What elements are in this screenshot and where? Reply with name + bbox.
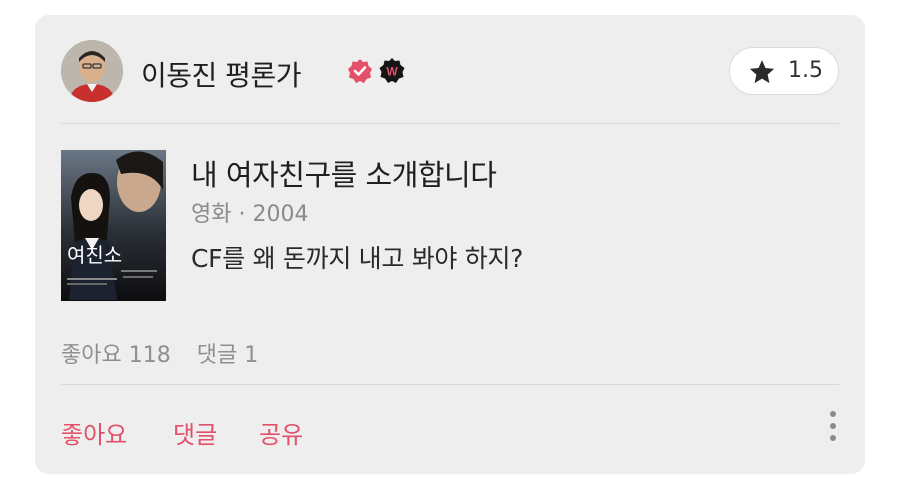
svg-text:W: W [386,65,398,79]
movie-meta: 영화 · 2004 [191,202,309,227]
avatar[interactable] [61,40,123,102]
star-icon [749,60,775,84]
watcha-w-badge-icon: W [379,58,405,83]
comment-count: 댓글 1 [196,343,259,368]
movie-title[interactable]: 내 여자친구를 소개합니다 [191,152,497,194]
rating-value: 1.5 [788,58,823,83]
verified-check-icon [348,59,372,83]
divider [61,123,839,124]
author-name[interactable]: 이동진 평론가 [141,54,301,94]
review-text: CF를 왜 돈까지 내고 봐야 하지? [191,244,524,273]
comment-button[interactable]: 댓글 [173,415,217,450]
review-header: 이동진 평론가 W 1.5 [61,40,839,102]
share-button[interactable]: 공유 [259,415,303,450]
like-count: 좋아요 118 [61,343,171,368]
review-stats: 좋아요 118 댓글 1 [61,337,284,369]
review-card: 이동진 평론가 W 1.5 여친소 내 여자친구를 소개합니다 영화 · 200… [35,15,865,474]
rating-badge: 1.5 [729,47,839,95]
like-button[interactable]: 좋아요 [61,415,127,450]
movie-poster[interactable]: 여친소 [61,150,166,301]
more-vertical-icon[interactable] [829,411,837,445]
svg-text:여친소: 여친소 [67,243,122,267]
divider [61,384,839,385]
